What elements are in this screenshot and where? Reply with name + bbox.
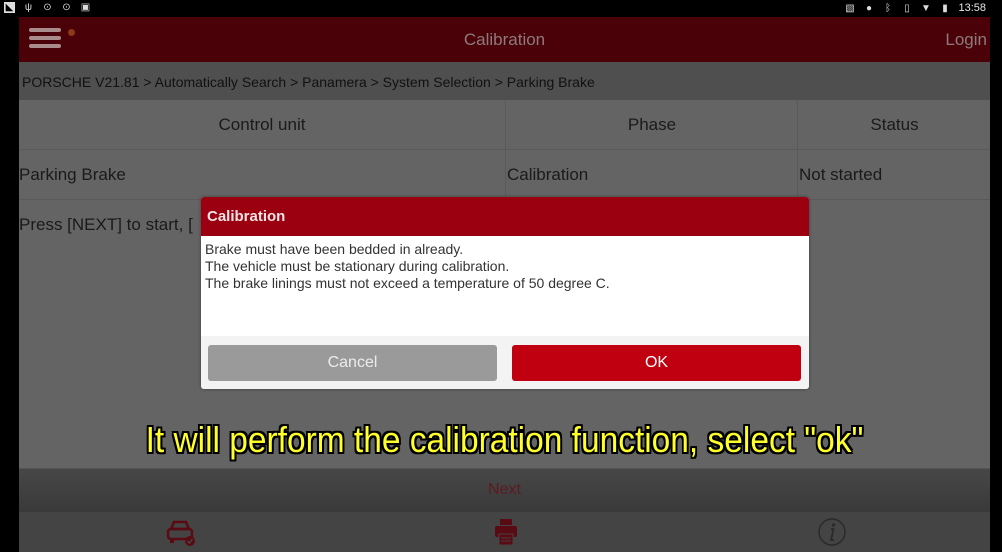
app-bar: Calibration Login [19,17,990,62]
vehicle-check-icon [166,520,195,546]
dialog-line: Brake must have been bedded in already. [205,241,464,257]
cast-icon: ▧ [845,2,855,14]
dialog-footer: Cancel OK [201,336,809,389]
page-title: Calibration [463,30,546,49]
column-header-phase: Phase [505,100,798,149]
column-header-control-unit: Control unit [218,115,306,134]
screenshot-icon: ⊙ [43,2,52,13]
print-button[interactable] [489,516,523,548]
status-cell: Not started [797,150,990,199]
breadcrumb: PORSCHE V21.81 > Automatically Search > … [19,62,990,100]
info-button[interactable] [815,516,849,548]
table-row[interactable]: Parking Brake Calibration Not started [19,150,990,200]
video-caption: It will perform the calibration function… [145,419,864,460]
control-unit-cell: Parking Brake [19,165,126,184]
ok-button[interactable]: OK [512,345,801,381]
bottom-toolbar [19,511,990,552]
status-bar: ◣ ψ ⊙ ⊙ ▣ ▧ ● ᛒ ▯ ▼ ▮ 13:58 [0,0,1002,17]
dialog-line: The vehicle must be stationary during ca… [205,258,510,274]
image-icon: ▣ [80,2,91,13]
screenshot-icon: ⊙ [62,2,71,13]
dialog-title: Calibration [201,197,809,236]
status-bar-left: ◣ ψ ⊙ ⊙ ▣ [4,2,91,13]
table-header-row: Control unit Phase Status [19,100,990,150]
status-bar-right: ▧ ● ᛒ ▯ ▼ ▮ 13:58 [844,2,986,14]
dialog-body: Brake must have been bedded in already. … [201,236,809,336]
login-button[interactable]: Login [945,30,987,50]
vibrate-icon: ▯ [904,2,910,14]
dialog-line: The brake linings must not exceed a temp… [205,275,610,291]
notification-icon: ◣ [4,2,15,13]
bluetooth-icon: ᛒ [884,2,891,14]
next-bar: Next [19,468,990,511]
print-icon [495,519,517,546]
status-time: 13:58 [958,2,986,14]
cancel-button[interactable]: Cancel [208,345,497,381]
usb-debug-icon: ψ [24,2,33,13]
app-screen: Calibration Login PORSCHE V21.81 > Autom… [19,17,990,552]
location-icon: ● [865,2,872,14]
column-header-status: Status [797,100,990,149]
next-button[interactable]: Next [19,481,990,499]
info-icon [818,518,846,546]
vehicle-check-button[interactable] [163,516,197,548]
wifi-icon: ▼ [921,2,931,14]
calibration-dialog: Calibration Brake must have been bedded … [201,197,809,389]
phase-cell: Calibration [505,150,799,199]
battery-icon: ▮ [942,2,948,14]
